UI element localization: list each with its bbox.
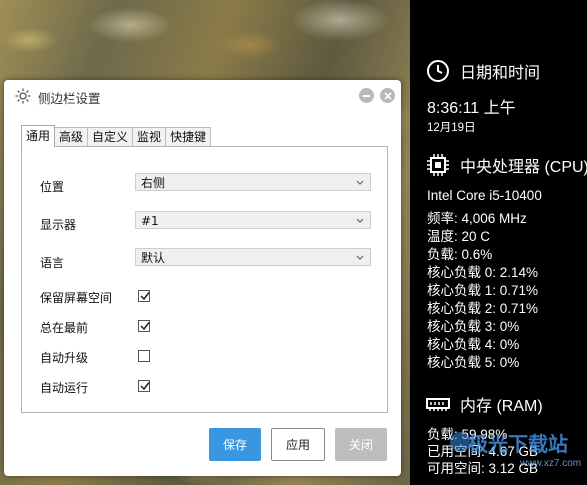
cpu-core-load-0: 核心负载 0: 2.14% [427, 265, 539, 280]
auto-run-checkbox[interactable] [138, 380, 150, 392]
checkmark-icon [140, 292, 150, 301]
sidebar-settings-dialog: 侧边栏设置 通用 高级 自定义 监视 快捷键 位置 右侧 显示器 #1 语言 默… [4, 80, 401, 476]
checkmark-icon [140, 382, 150, 391]
current-date: 12月19日 [427, 122, 476, 134]
position-select-value: 右侧 [141, 176, 166, 190]
position-select[interactable]: 右侧 [135, 173, 371, 191]
cpu-load: 负载: 0.6% [427, 247, 493, 262]
reserve-screen-space-checkbox[interactable] [138, 290, 150, 302]
settings-tabs: 通用 高级 自定义 监视 快捷键 [21, 125, 212, 147]
watermark-text: 极光下载站 [468, 434, 568, 456]
auto-update-label: 自动升级 [40, 351, 89, 365]
close-window-button[interactable] [380, 88, 395, 103]
language-select[interactable]: 默认 [135, 248, 371, 266]
chevron-down-icon [356, 180, 364, 185]
close-button[interactable]: 关闭 [335, 428, 387, 461]
language-label: 语言 [40, 256, 65, 270]
tab-monitor[interactable]: 监视 [132, 127, 167, 146]
system-sidebar: 日期和时间 8:36:11 上午 12月19日 中央处理器 (CPU) Inte… [410, 0, 587, 485]
display-select-value: #1 [141, 214, 159, 228]
chevron-down-icon [356, 218, 364, 223]
minimize-button[interactable] [359, 88, 374, 103]
tab-custom[interactable]: 自定义 [87, 127, 134, 146]
watermark-logo-icon [450, 432, 470, 452]
position-label: 位置 [40, 180, 65, 194]
cpu-core-load-4: 核心负载 4: 0% [427, 337, 520, 352]
datetime-header: 日期和时间 [426, 59, 540, 83]
ram-header: 内存 (RAM) [426, 392, 543, 416]
cpu-header: 中央处理器 (CPU) [426, 153, 587, 177]
cpu-core-load-1: 核心负载 1: 0.71% [427, 283, 539, 298]
cpu-core-load-3: 核心负载 3: 0% [427, 319, 520, 334]
cpu-icon [426, 153, 450, 177]
dialog-titlebar[interactable]: 侧边栏设置 [4, 80, 401, 112]
datetime-header-label: 日期和时间 [460, 65, 541, 82]
watermark-url: www.xz7.com [520, 458, 582, 469]
auto-update-checkbox[interactable] [138, 350, 150, 362]
reserve-screen-space-label: 保留屏幕空间 [40, 291, 113, 305]
display-label: 显示器 [40, 218, 77, 232]
cpu-frequency: 频率: 4,006 MHz [427, 211, 527, 226]
tab-shortcuts[interactable]: 快捷键 [165, 127, 212, 146]
cpu-core-load-5: 核心负载 5: 0% [427, 355, 520, 370]
cpu-temperature: 温度: 20 C [427, 229, 491, 244]
always-on-top-checkbox[interactable] [138, 320, 150, 332]
current-time: 8:36:11 上午 [427, 100, 516, 117]
tab-advanced[interactable]: 高级 [54, 127, 89, 146]
cpu-model: Intel Core i5-10400 [427, 188, 542, 203]
language-select-value: 默认 [141, 251, 166, 265]
gear-icon [14, 87, 32, 105]
always-on-top-label: 总在最前 [40, 321, 89, 335]
checkmark-icon [140, 322, 150, 331]
chevron-down-icon [356, 255, 364, 260]
cpu-core-load-2: 核心负载 2: 0.71% [427, 301, 539, 316]
general-settings-panel: 位置 右侧 显示器 #1 语言 默认 保留屏幕空间 总在最前 自动升级 自动运行 [21, 146, 388, 413]
apply-button[interactable]: 应用 [271, 428, 325, 461]
display-select[interactable]: #1 [135, 211, 371, 229]
save-button[interactable]: 保存 [209, 428, 261, 461]
tab-general[interactable]: 通用 [21, 125, 56, 147]
auto-run-label: 自动运行 [40, 381, 89, 395]
close-icon [383, 91, 392, 100]
clock-icon [426, 59, 450, 83]
ram-icon [426, 392, 450, 416]
cpu-header-label: 中央处理器 (CPU) [460, 159, 587, 176]
ram-header-label: 内存 (RAM) [460, 398, 543, 415]
dialog-title: 侧边栏设置 [38, 91, 101, 106]
